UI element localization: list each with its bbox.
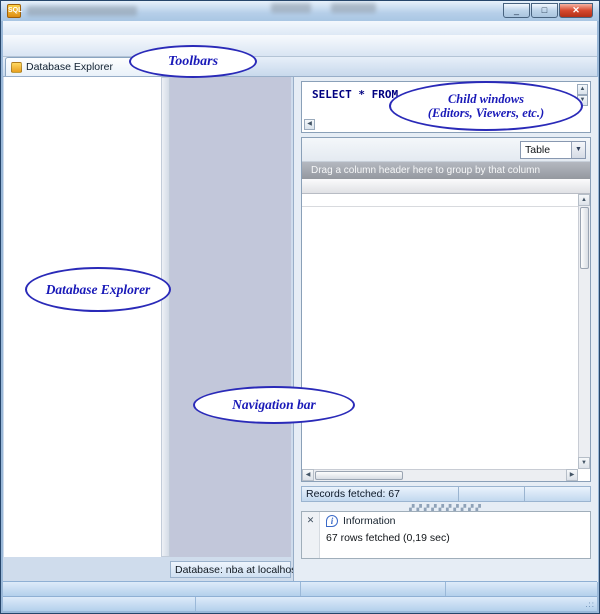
view-mode-value: Table <box>525 143 551 156</box>
grid-filter-row[interactable] <box>302 194 590 207</box>
close-button[interactable]: ✕ <box>559 3 593 18</box>
records-fetched-label: Records fetched: 67 <box>302 487 460 501</box>
scrollbar-thumb[interactable] <box>580 207 589 269</box>
navigation-bar <box>170 77 291 557</box>
app-window: SQL _ □ ✕ Database Explorer Database: nb… <box>0 0 600 614</box>
sql-statement: SELECT * FROM <box>312 88 399 101</box>
close-icon[interactable]: ✕ <box>302 512 320 558</box>
grid-vertical-scrollbar[interactable]: ▲ ▼ <box>578 194 590 469</box>
editor-scroll-up-icon[interactable]: ▲ <box>577 84 588 95</box>
menu-bar <box>3 21 597 35</box>
information-title: Information <box>343 515 396 527</box>
blurred-title-text <box>27 6 137 16</box>
information-text: 67 rows fetched (0,19 sec) <box>326 532 450 544</box>
toolbar <box>3 35 597 57</box>
record-navigator: Table ▼ <box>302 138 590 162</box>
editor-scroll-left-icon[interactable]: ◀ <box>304 119 315 130</box>
status-bar: .:: <box>3 581 597 611</box>
scroll-down-icon[interactable]: ▼ <box>578 457 590 469</box>
information-icon: i <box>326 515 338 527</box>
tree-scrollbar[interactable] <box>161 77 170 557</box>
app-icon: SQL <box>7 4 22 18</box>
records-status-bar: Records fetched: 67 <box>301 486 591 502</box>
minimize-button[interactable]: _ <box>503 3 530 18</box>
sql-editor-window: SELECT * FROM ▲ ▼ ◀ Table ▼ Drag a colum… <box>293 77 598 582</box>
splitter-handle[interactable]: ▞▞▞▞▞▞▞▞▞▞ <box>301 504 591 512</box>
callout-toolbars: Toolbars <box>129 45 257 78</box>
tab-row: Database Explorer <box>3 57 597 77</box>
title-bar[interactable]: SQL _ □ ✕ <box>1 1 599 21</box>
grid-horizontal-scrollbar[interactable]: ◀ ▶ <box>302 469 578 481</box>
scroll-left-icon[interactable]: ◀ <box>302 469 314 481</box>
blurred-title-text <box>331 3 376 13</box>
chevron-down-icon[interactable]: ▼ <box>571 141 585 158</box>
tab-label: Database Explorer <box>26 61 113 73</box>
scrollbar-thumb[interactable] <box>315 471 403 480</box>
callout-database-explorer: Database Explorer <box>25 267 171 312</box>
navbar-status: Database: nba at localhost <box>170 561 299 578</box>
information-panel: ✕ i Information 67 rows fetched (0,19 se… <box>301 511 591 559</box>
grid-header-row <box>302 179 590 194</box>
maximize-button[interactable]: □ <box>531 3 558 18</box>
group-by-bar[interactable]: Drag a column header here to group by th… <box>302 162 590 179</box>
blurred-title-text <box>271 3 311 13</box>
callout-navigation-bar: Navigation bar <box>193 386 355 424</box>
database-explorer-icon <box>11 61 22 73</box>
result-grid: Table ▼ Drag a column header here to gro… <box>301 137 591 482</box>
database-explorer-tree <box>4 77 161 557</box>
scroll-up-icon[interactable]: ▲ <box>578 194 590 206</box>
scroll-right-icon[interactable]: ▶ <box>566 469 578 481</box>
callout-child-windows: Child windows (Editors, Viewers, etc.) <box>389 81 583 131</box>
dock-filler <box>4 557 170 581</box>
resize-grip[interactable]: .:: <box>585 600 595 609</box>
view-mode-dropdown[interactable]: Table ▼ <box>520 140 586 159</box>
